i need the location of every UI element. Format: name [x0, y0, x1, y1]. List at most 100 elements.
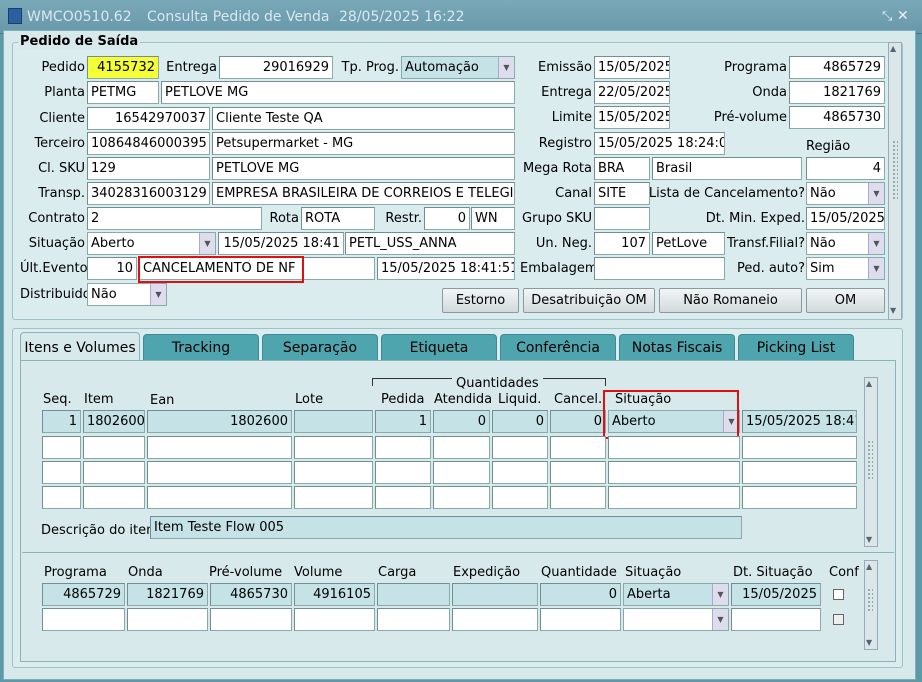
- empty-cell[interactable]: [375, 486, 431, 509]
- item-ean[interactable]: 1802600: [147, 410, 292, 433]
- chevron-down-icon[interactable]: ▼: [498, 57, 514, 78]
- situacao-select[interactable]: Aberto ▼: [87, 232, 216, 255]
- empty-cell[interactable]: [742, 486, 857, 509]
- situacao-date-field[interactable]: 15/05/2025 18:41: [218, 232, 344, 255]
- empty-conf-checkbox[interactable]: [833, 614, 844, 625]
- transp-code-field[interactable]: 34028316003129: [87, 182, 210, 205]
- chevron-down-icon[interactable]: ▼: [150, 284, 166, 305]
- transp-name-field[interactable]: EMPRESA BRASILEIRA DE CORREIOS E TELEGI: [212, 182, 515, 205]
- empty-cell[interactable]: [147, 486, 292, 509]
- entrega-field[interactable]: 29016929: [219, 56, 333, 79]
- empty-cell[interactable]: [42, 461, 81, 484]
- tp-prog-select[interactable]: Automação ▼: [401, 56, 515, 79]
- vol-dt-situacao[interactable]: 15/05/2025: [731, 583, 821, 606]
- close-icon[interactable]: ✕: [897, 8, 909, 24]
- empty-cell[interactable]: [492, 486, 548, 509]
- planta-name-field[interactable]: PETLOVE MG: [161, 81, 515, 104]
- empty-cell[interactable]: [42, 608, 125, 631]
- ult-evento-code-field[interactable]: 10: [87, 257, 137, 280]
- scroll-up-icon[interactable]: ▲: [866, 379, 872, 388]
- ped-auto-select[interactable]: Sim ▼: [806, 257, 885, 280]
- empty-cell[interactable]: [452, 608, 538, 631]
- vol-expedicao[interactable]: [452, 583, 538, 606]
- empty-cell[interactable]: [83, 436, 145, 459]
- terceiro-code-field[interactable]: 10864846000395: [87, 132, 210, 155]
- vol-situacao-select[interactable]: Aberta ▼: [623, 583, 729, 606]
- cliente-name-field[interactable]: Cliente Teste QA: [212, 107, 515, 130]
- empty-cell[interactable]: [377, 608, 450, 631]
- lista-canc-select[interactable]: Não ▼: [806, 182, 885, 205]
- transf-filial-select[interactable]: Não ▼: [806, 232, 885, 255]
- empty-cell[interactable]: [492, 436, 548, 459]
- empty-cell[interactable]: [210, 608, 292, 631]
- minimize-icon[interactable]: ⤡: [882, 9, 892, 24]
- empty-cell[interactable]: [83, 486, 145, 509]
- item-seq[interactable]: 1: [42, 410, 81, 433]
- vol-programa[interactable]: 4865729: [42, 583, 125, 606]
- empty-cell[interactable]: [294, 461, 373, 484]
- empty-cell[interactable]: [42, 486, 81, 509]
- estorno-button[interactable]: Estorno: [442, 288, 519, 313]
- vol-conf-checkbox[interactable]: [833, 589, 844, 600]
- programa-field[interactable]: 4865729: [789, 56, 885, 79]
- tab-conferencia[interactable]: Conferência: [500, 334, 616, 360]
- tab-notas-fiscais[interactable]: Notas Fiscais: [619, 334, 735, 360]
- item-cancel[interactable]: 0: [550, 410, 606, 433]
- empty-cell[interactable]: [294, 608, 375, 631]
- empty-cell[interactable]: [608, 461, 740, 484]
- rota-field[interactable]: ROTA: [301, 207, 375, 230]
- descricao-field[interactable]: Item Teste Flow 005: [150, 516, 742, 539]
- empty-cell[interactable]: [742, 461, 857, 484]
- empty-cell[interactable]: [127, 608, 208, 631]
- chevron-down-icon[interactable]: ▼: [868, 233, 884, 254]
- vol-pre-volume[interactable]: 4865730: [210, 583, 292, 606]
- grupo-sku-field[interactable]: [594, 207, 650, 230]
- scroll-down-icon[interactable]: ▼: [890, 306, 896, 315]
- om-button[interactable]: OM: [806, 288, 885, 313]
- planta-code-field[interactable]: PETMG: [87, 81, 159, 104]
- empty-cell[interactable]: [433, 436, 490, 459]
- empty-cell[interactable]: [731, 608, 821, 631]
- vol-carga[interactable]: [377, 583, 450, 606]
- restr-code-field[interactable]: WN: [471, 207, 515, 230]
- vol-quantidade[interactable]: 0: [540, 583, 621, 606]
- emissao-field[interactable]: 15/05/2025: [594, 56, 670, 79]
- ult-evento-date-field[interactable]: 15/05/2025 18:41:51: [377, 257, 515, 280]
- tab-tracking[interactable]: Tracking: [143, 334, 259, 360]
- empty-cell[interactable]: [492, 461, 548, 484]
- un-neg-code-field[interactable]: 107: [594, 232, 650, 255]
- empty-cell[interactable]: [147, 436, 292, 459]
- item-date[interactable]: 15/05/2025 18:41: [742, 410, 857, 433]
- chevron-down-icon[interactable]: ▼: [868, 183, 884, 204]
- empty-cell[interactable]: [375, 436, 431, 459]
- empty-cell[interactable]: [433, 486, 490, 509]
- tab-etiqueta[interactable]: Etiqueta: [381, 334, 497, 360]
- tab-picking-list[interactable]: Picking List: [738, 334, 854, 360]
- mega-rota-code-field[interactable]: BRA: [594, 157, 650, 180]
- distribuidor-select[interactable]: Não ▼: [87, 283, 167, 306]
- tab-separacao[interactable]: Separação: [262, 334, 378, 360]
- item-liquid[interactable]: 0: [492, 410, 548, 433]
- empty-cell[interactable]: [42, 436, 81, 459]
- terceiro-name-field[interactable]: Petsupermarket - MG: [212, 132, 515, 155]
- scroll-down-icon[interactable]: ▼: [866, 535, 872, 544]
- empty-cell[interactable]: [83, 461, 145, 484]
- item-atendida[interactable]: 0: [433, 410, 490, 433]
- item-lote[interactable]: [294, 410, 373, 433]
- empty-cell[interactable]: [550, 461, 606, 484]
- empty-cell[interactable]: [550, 436, 606, 459]
- vol-volume[interactable]: 4916105: [294, 583, 375, 606]
- vol-onda[interactable]: 1821769: [127, 583, 208, 606]
- clsku-name-field[interactable]: PETLOVE MG: [212, 157, 515, 180]
- clsku-code-field[interactable]: 129: [87, 157, 210, 180]
- limite-field[interactable]: 15/05/2025: [594, 106, 670, 129]
- restr-field[interactable]: 0: [424, 207, 470, 230]
- chevron-down-icon[interactable]: ▼: [712, 584, 728, 605]
- regiao-field[interactable]: 4: [806, 157, 885, 180]
- empty-cell[interactable]: [294, 436, 373, 459]
- scroll-up-icon[interactable]: ▲: [890, 44, 896, 53]
- empty-cell[interactable]: [294, 486, 373, 509]
- item-code[interactable]: 1802600: [83, 410, 145, 433]
- empty-cell[interactable]: [147, 461, 292, 484]
- pre-volume-field[interactable]: 4865730: [789, 106, 885, 129]
